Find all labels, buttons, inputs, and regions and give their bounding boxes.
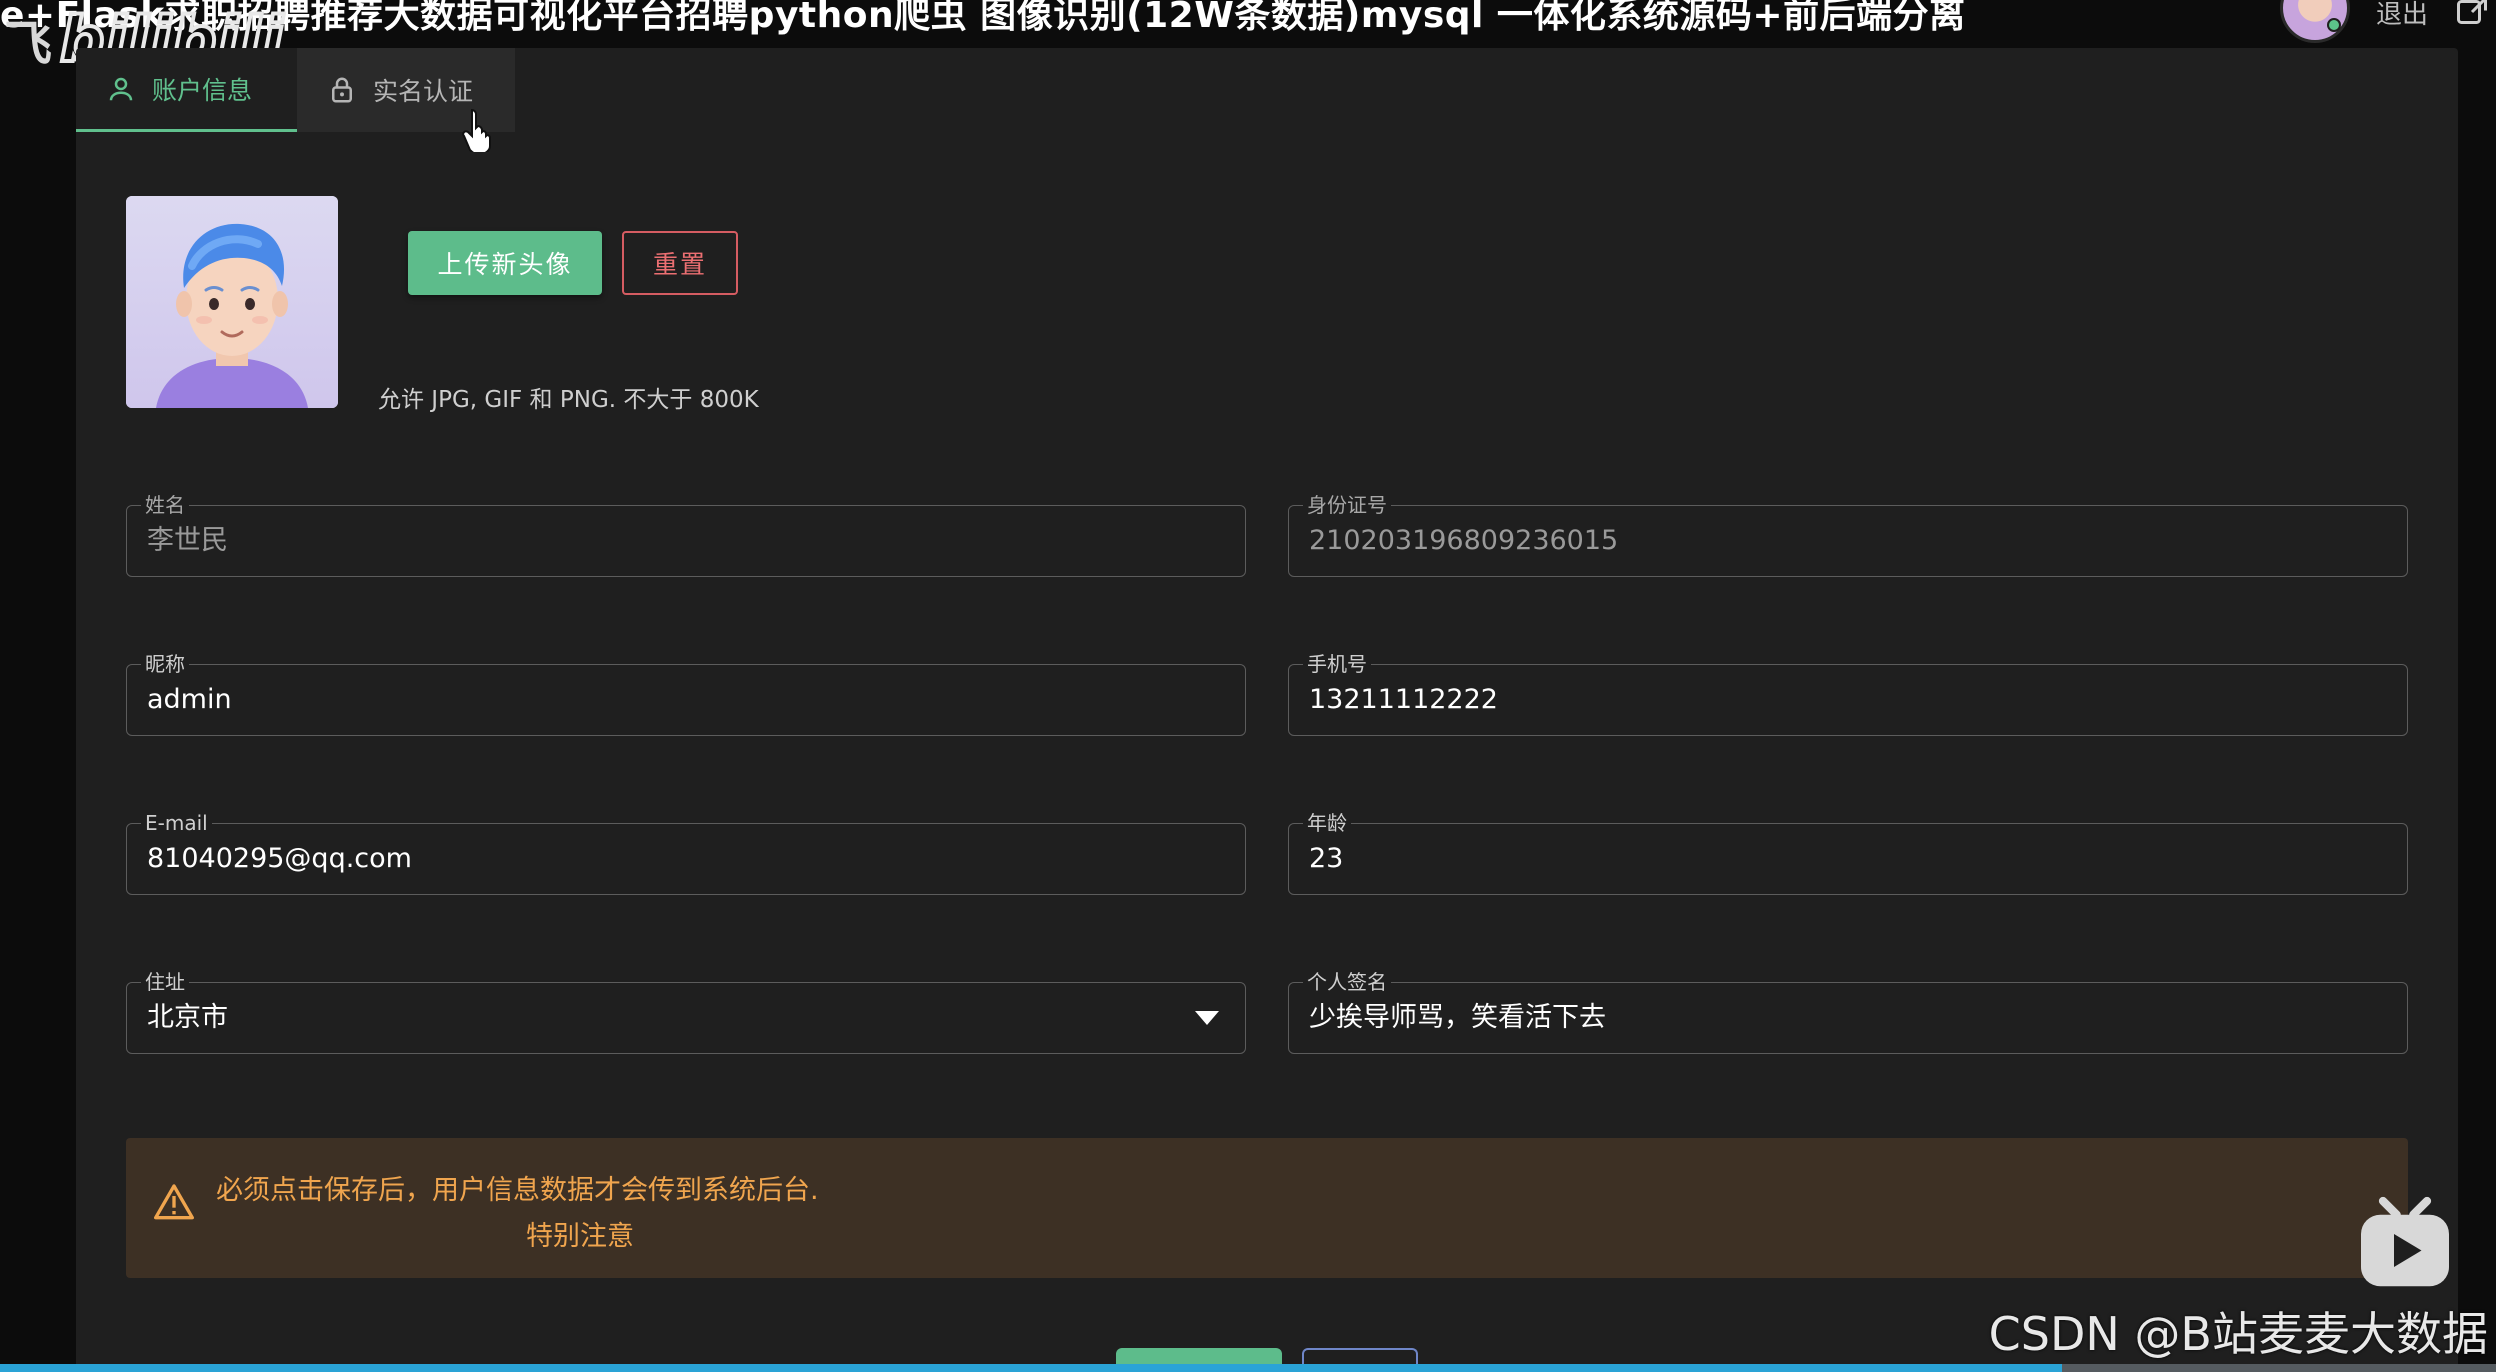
online-status-dot: [2326, 18, 2341, 32]
header-avatar[interactable]: [2279, 0, 2350, 43]
reset-avatar-button[interactable]: 重置: [622, 231, 738, 295]
video-progress-fill: [0, 1364, 2062, 1372]
address-select[interactable]: 住址 北京市: [126, 970, 1246, 1054]
email-field[interactable]: E-mail 81040295@qq.com: [126, 811, 1246, 895]
account-panel: 账户信息 实名认证 上传新头像 重置 允许 JPG, GIF 和 PNG. 不大…: [76, 48, 2458, 1372]
signature-field[interactable]: 个人签名 少挨导师骂，笑看活下去: [1288, 970, 2408, 1054]
tab-account-info[interactable]: 账户信息: [76, 48, 297, 132]
user-icon: [109, 77, 133, 100]
age-field[interactable]: 年龄 23: [1288, 811, 2408, 895]
tab-bar: 账户信息 实名认证: [76, 48, 515, 132]
hand-cursor-icon: [462, 108, 491, 152]
field-value: 13211112222: [1309, 684, 1498, 715]
id-number-field[interactable]: 身份证号 210203196809236015: [1288, 493, 2408, 577]
field-value: 81040295@qq.com: [147, 843, 412, 874]
tab-label: 实名认证: [373, 77, 474, 106]
profile-avatar: [126, 196, 338, 408]
name-field[interactable]: 姓名 李世民: [126, 493, 1246, 577]
video-title: e+Flask求职招聘推荐大数据可视化平台招聘python爬虫 图像识别(12W…: [0, 0, 1966, 36]
video-progress-bar[interactable]: [0, 1364, 2496, 1372]
alert-message: 必须点击保存后，用户信息数据才会传到系统后台.: [216, 1175, 819, 1206]
field-value: 李世民: [147, 525, 228, 556]
phone-field[interactable]: 手机号 13211112222: [1288, 652, 2408, 736]
external-link-icon[interactable]: [2454, 0, 2490, 30]
logout-link[interactable]: 退出: [2376, 0, 2428, 31]
lock-icon: [332, 77, 352, 103]
caret-down-icon[interactable]: [1193, 1009, 1221, 1027]
logo-prefix: 飞: [4, 16, 53, 72]
bilibili-tv-icon[interactable]: [2350, 1190, 2460, 1300]
csdn-watermark: CSDN @B站麦麦大数据: [1988, 1307, 2488, 1361]
upload-avatar-button[interactable]: 上传新头像: [408, 231, 602, 295]
screen: e+Flask求职招聘推荐大数据可视化平台招聘python爬虫 图像识别(12W…: [0, 0, 2496, 1372]
field-value: 23: [1309, 843, 1344, 874]
field-value: admin: [147, 684, 232, 715]
user-area: 退出: [2279, 0, 2496, 43]
warning-icon: [154, 1184, 194, 1220]
field-value: 210203196809236015: [1309, 525, 1619, 556]
avatar-illustration: [126, 196, 338, 408]
save-warning-alert: 必须点击保存后，用户信息数据才会传到系统后台. 特别注意: [126, 1138, 2408, 1278]
nickname-field[interactable]: 昵称 admin: [126, 652, 1246, 736]
field-value: 北京市: [147, 1002, 228, 1033]
avatar-upload-hint: 允许 JPG, GIF 和 PNG. 不大于 800K: [378, 387, 759, 413]
field-value: 少挨导师骂，笑看活下去: [1309, 1002, 1606, 1033]
alert-note: 特别注意: [526, 1221, 634, 1252]
tab-label: 账户信息: [152, 75, 253, 105]
